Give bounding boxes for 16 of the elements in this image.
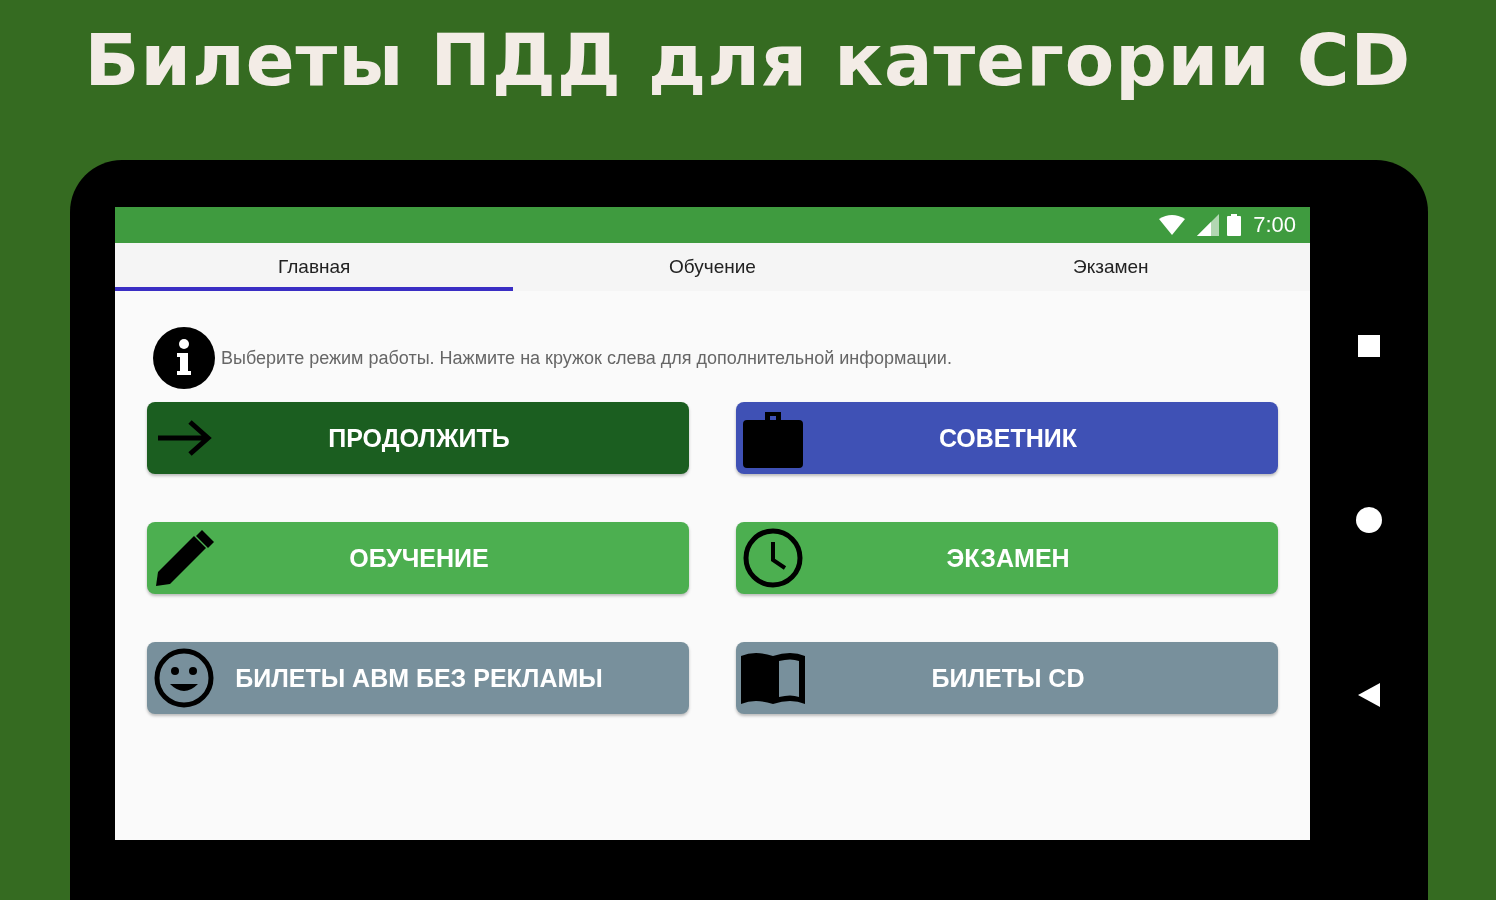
clock-icon xyxy=(743,528,803,588)
tab[interactable]: Главная xyxy=(115,243,514,291)
smiley-icon xyxy=(154,648,214,708)
battery-icon xyxy=(1227,214,1242,236)
wifi-icon xyxy=(1159,215,1186,235)
instruction-text: Выберите режим работы. Нажмите на кружок слева для дополнительной информации. xyxy=(221,347,952,369)
tab[interactable]: Обучение xyxy=(513,243,912,291)
menu-button[interactable]: СОВЕТНИК xyxy=(736,402,1278,474)
headline: Билеты ПДД для категории CD xyxy=(83,17,1413,104)
tab[interactable]: Экзамен xyxy=(911,243,1310,291)
clock-time: 7:00 xyxy=(1253,212,1296,238)
home-button[interactable] xyxy=(1356,507,1382,533)
menu-button[interactable]: ПРОДОЛЖИТЬ xyxy=(147,402,689,474)
pencil-icon xyxy=(154,528,214,588)
back-button[interactable] xyxy=(1358,683,1380,707)
info-icon[interactable] xyxy=(153,327,215,389)
